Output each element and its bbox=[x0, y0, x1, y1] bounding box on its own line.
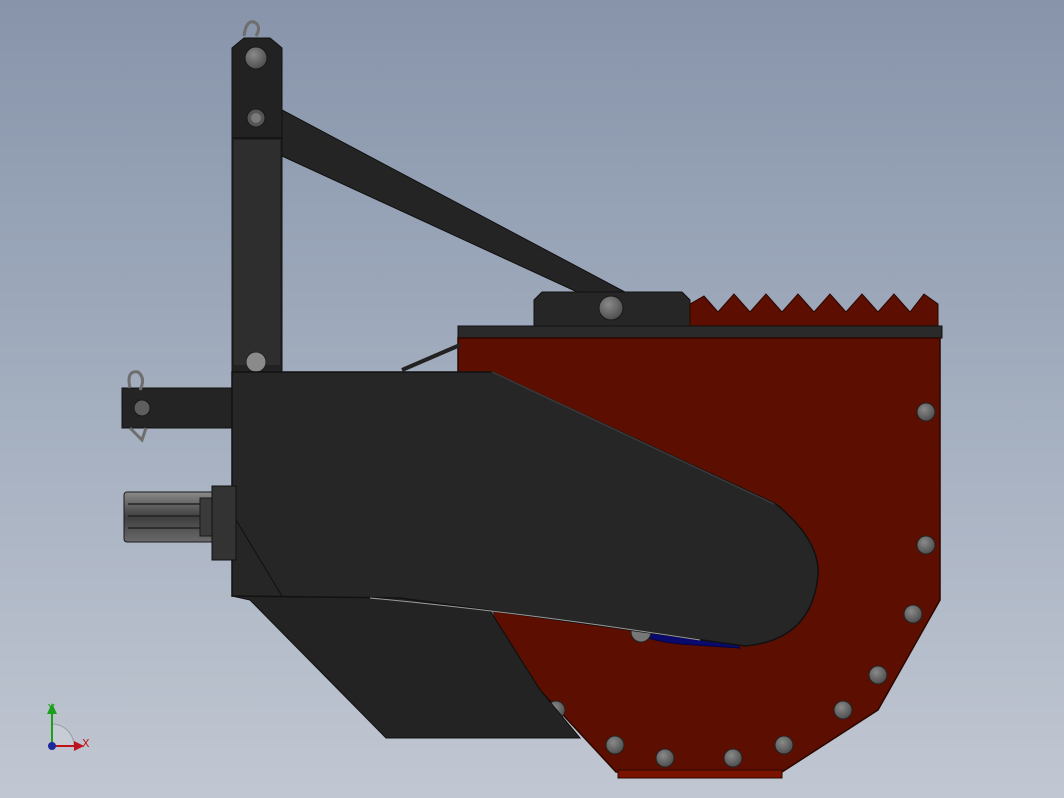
vertical-mast bbox=[231, 37, 283, 373]
lower-hitch-pin bbox=[133, 399, 151, 417]
mast-lower-bolt bbox=[245, 351, 267, 373]
three-point-hitch-model[interactable] bbox=[121, 20, 943, 779]
lower-clip-pin bbox=[127, 370, 145, 391]
housing-bolt bbox=[655, 748, 675, 768]
housing-top-plate bbox=[457, 325, 943, 339]
housing-foot-plate bbox=[617, 769, 783, 779]
triad-plane-arc bbox=[51, 723, 75, 747]
housing-bolt bbox=[916, 535, 936, 555]
x-axis-label: X bbox=[82, 737, 90, 750]
pto-input-shaft bbox=[123, 485, 237, 561]
tension-rod bbox=[401, 343, 461, 372]
housing-bolt bbox=[605, 735, 625, 755]
housing-bolt bbox=[774, 735, 794, 755]
housing-bolt bbox=[868, 665, 888, 685]
top-clip-pin bbox=[242, 20, 261, 37]
brace-mount-pin bbox=[598, 295, 624, 321]
housing-bolt bbox=[833, 700, 853, 720]
mast-top-pin bbox=[244, 46, 268, 70]
diagonal-brace bbox=[281, 109, 626, 309]
housing-bolt bbox=[723, 748, 743, 768]
y-axis-label: Y bbox=[47, 702, 55, 715]
housing-bolt bbox=[903, 604, 923, 624]
cad-viewport[interactable]: Y X bbox=[0, 0, 1064, 798]
z-axis-origin-icon bbox=[48, 742, 56, 750]
housing-bolt bbox=[916, 402, 936, 422]
lower-hitch-arm bbox=[121, 370, 235, 443]
coordinate-triad[interactable]: Y X bbox=[47, 702, 90, 751]
serrated-comb bbox=[689, 293, 939, 329]
